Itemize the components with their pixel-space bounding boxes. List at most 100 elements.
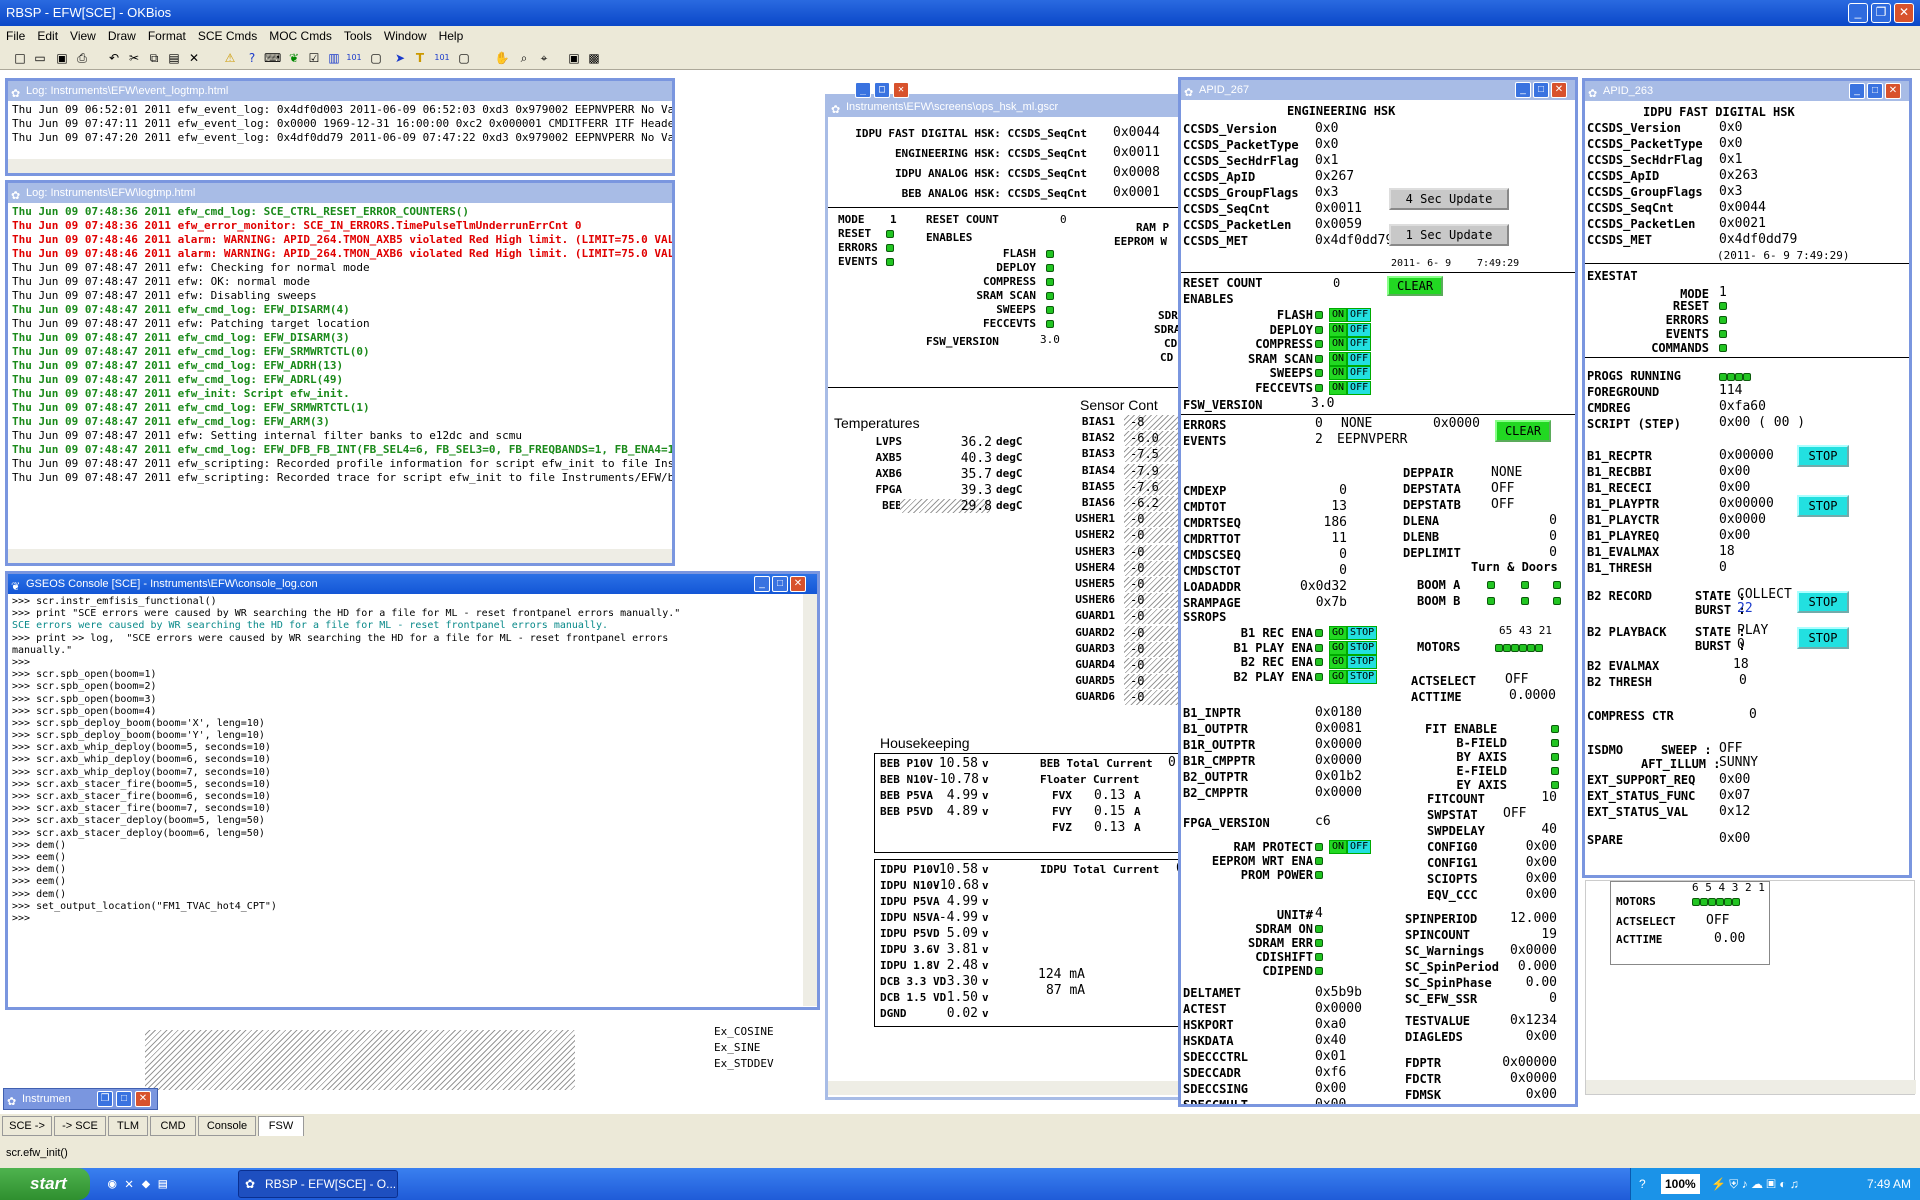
4-sec-update-button[interactable]: 4 Sec Update xyxy=(1389,188,1509,210)
ram-protect-toggle[interactable]: ON OFF xyxy=(1329,840,1372,854)
close-button[interactable]: ✕ xyxy=(135,1091,151,1107)
tab-console[interactable]: Console xyxy=(198,1116,256,1136)
on-off-toggle[interactable]: ON OFF xyxy=(1329,380,1372,395)
keyboard-icon[interactable]: ⌨ xyxy=(264,50,281,66)
stop-b2-playback-button[interactable]: STOP xyxy=(1797,627,1849,649)
apid-267-title-bar[interactable]: ✿ APID_267 _ □ ✕ xyxy=(1181,80,1575,100)
stop-b2-record-button[interactable]: STOP xyxy=(1797,591,1849,613)
close-button[interactable]: ✕ xyxy=(1894,3,1914,23)
paste-icon[interactable]: ▤ xyxy=(166,50,182,66)
stop-b1-play-button[interactable]: STOP xyxy=(1797,495,1849,517)
horizontal-scrollbar[interactable] xyxy=(8,549,672,563)
help-icon[interactable]: ? xyxy=(244,50,260,66)
on-button[interactable]: ON xyxy=(1329,840,1348,854)
tab-tlm[interactable]: TLM xyxy=(108,1116,148,1136)
tab-sce-out[interactable]: SCE -> xyxy=(2,1116,52,1136)
go-button[interactable]: GO xyxy=(1329,655,1348,669)
menu-file[interactable]: File xyxy=(6,29,25,43)
taskbar-task-rbsp[interactable]: ✿ RBSP - EFW[SCE] - O... xyxy=(238,1170,398,1198)
cmd-log-title-bar[interactable]: ✿ Log: Instruments\EFW\logtmp.html xyxy=(8,183,672,203)
on-off-toggle[interactable]: ON OFF xyxy=(1329,351,1372,366)
stop-button[interactable]: STOP xyxy=(1347,626,1378,640)
on-off-toggle[interactable]: ON OFF xyxy=(1329,337,1372,351)
on-button[interactable]: ON xyxy=(1329,351,1348,366)
tab-sce-in[interactable]: -> SCE xyxy=(54,1116,106,1136)
on-button[interactable]: ON xyxy=(1329,322,1348,337)
event-log-title-bar[interactable]: ✿ Log: Instruments\EFW\event_logtmp.html xyxy=(8,81,672,101)
off-button[interactable]: OFF xyxy=(1347,337,1372,351)
tray-icons[interactable]: ⚡ ⛨ ♪ ☁ ▣ ◐ ♫ xyxy=(1711,1168,1799,1200)
binary-icon[interactable]: 101 xyxy=(346,50,362,66)
maximize-button[interactable]: □ xyxy=(1867,83,1883,99)
menu-window[interactable]: Window xyxy=(384,29,427,43)
print-icon[interactable]: ⎙ xyxy=(74,50,90,66)
console-title-bar[interactable]: ❦ GSEOS Console [SCE] - Instruments\EFW\c… xyxy=(8,574,817,594)
stop-button[interactable]: STOP xyxy=(1347,640,1378,655)
close-button[interactable]: ✕ xyxy=(1885,83,1901,99)
off-button[interactable]: OFF xyxy=(1347,840,1372,854)
go-button[interactable]: GO xyxy=(1329,626,1348,640)
minimize-button[interactable]: _ xyxy=(1849,83,1865,99)
text-icon[interactable]: T xyxy=(412,50,428,66)
cascade-icon[interactable]: ▩ xyxy=(586,50,602,66)
menu-draw[interactable]: Draw xyxy=(108,29,136,43)
horizontal-scrollbar[interactable] xyxy=(828,1081,1182,1095)
zoom-icon[interactable]: ⌕ xyxy=(516,50,532,66)
menu-tools[interactable]: Tools xyxy=(344,29,372,43)
apid-263-title-bar[interactable]: ✿ APID_263 _ □ ✕ xyxy=(1585,81,1909,101)
minimize-button[interactable]: _ xyxy=(1515,82,1531,98)
gseos-icon[interactable]: ❦ xyxy=(286,50,302,66)
go-button[interactable]: GO xyxy=(1329,640,1348,655)
cut-icon[interactable]: ✂ xyxy=(126,50,142,66)
on-button[interactable]: ON xyxy=(1329,366,1348,380)
tile-icon[interactable]: ▣ xyxy=(566,50,582,66)
close-button[interactable]: ✕ xyxy=(790,576,806,592)
menu-moc-cmds[interactable]: MOC Cmds xyxy=(269,29,332,43)
zoom-fit-icon[interactable]: ⌖ xyxy=(536,50,552,66)
menu-edit[interactable]: Edit xyxy=(37,29,58,43)
maximize-button[interactable]: □ xyxy=(772,576,788,592)
menu-format[interactable]: Format xyxy=(148,29,186,43)
on-off-toggle[interactable]: ON OFF xyxy=(1329,322,1372,337)
binary2-icon[interactable]: 101 xyxy=(434,50,450,66)
off-button[interactable]: OFF xyxy=(1347,366,1372,380)
menu-view[interactable]: View xyxy=(70,29,96,43)
clear-errors-button[interactable]: CLEAR xyxy=(1495,420,1551,442)
go-button[interactable]: GO xyxy=(1329,669,1348,684)
close-button[interactable]: ✕ xyxy=(893,82,909,98)
menu-help[interactable]: Help xyxy=(439,29,464,43)
off-button[interactable]: OFF xyxy=(1347,308,1372,322)
checkbox-icon[interactable]: ☑ xyxy=(306,50,322,66)
start-button[interactable]: start xyxy=(0,1168,90,1200)
on-off-toggle[interactable]: ON OFF xyxy=(1329,366,1372,380)
horizontal-scrollbar[interactable] xyxy=(1586,1080,1916,1094)
new-icon[interactable]: □ xyxy=(12,50,28,66)
maximize-button[interactable]: ❐ xyxy=(1871,3,1891,23)
open-icon[interactable]: ▭ xyxy=(32,50,48,66)
stop-b1-rec-button[interactable]: STOP xyxy=(1797,445,1849,467)
on-button[interactable]: ON xyxy=(1329,380,1348,395)
go-stop-toggle[interactable]: GO STOP xyxy=(1329,626,1378,640)
close-button[interactable]: ✕ xyxy=(1551,82,1567,98)
save-icon[interactable]: ▣ xyxy=(54,50,70,66)
hand-icon[interactable]: ✋ xyxy=(494,50,510,66)
minimize-button[interactable]: _ xyxy=(1848,3,1868,23)
vertical-scrollbar[interactable] xyxy=(803,594,817,1006)
delete-icon[interactable]: ✕ xyxy=(186,50,202,66)
clear-reset-button[interactable]: CLEAR xyxy=(1387,276,1443,296)
on-button[interactable]: ON xyxy=(1329,308,1348,322)
off-button[interactable]: OFF xyxy=(1347,380,1372,395)
restore-button[interactable]: ❐ xyxy=(97,1091,113,1107)
help-tray-icon[interactable]: ? xyxy=(1639,1168,1646,1200)
stop-button[interactable]: STOP xyxy=(1347,655,1378,669)
maximize-button[interactable]: □ xyxy=(1533,82,1549,98)
zoom-level[interactable]: 100% xyxy=(1661,1174,1700,1194)
hsk-title-bar[interactable]: ✿ Instruments\EFW\screens\ops_hsk_ml.gscr xyxy=(828,97,1182,117)
horizontal-scrollbar[interactable] xyxy=(8,159,672,173)
minimize-button[interactable]: _ xyxy=(754,576,770,592)
undo-icon[interactable]: ↶ xyxy=(106,50,122,66)
ok2-icon[interactable]: ▢ xyxy=(456,50,472,66)
maximize-button[interactable]: □ xyxy=(874,82,890,98)
tab-fsw[interactable]: FSW xyxy=(258,1116,304,1136)
ok-icon[interactable]: ▢ xyxy=(368,50,384,66)
